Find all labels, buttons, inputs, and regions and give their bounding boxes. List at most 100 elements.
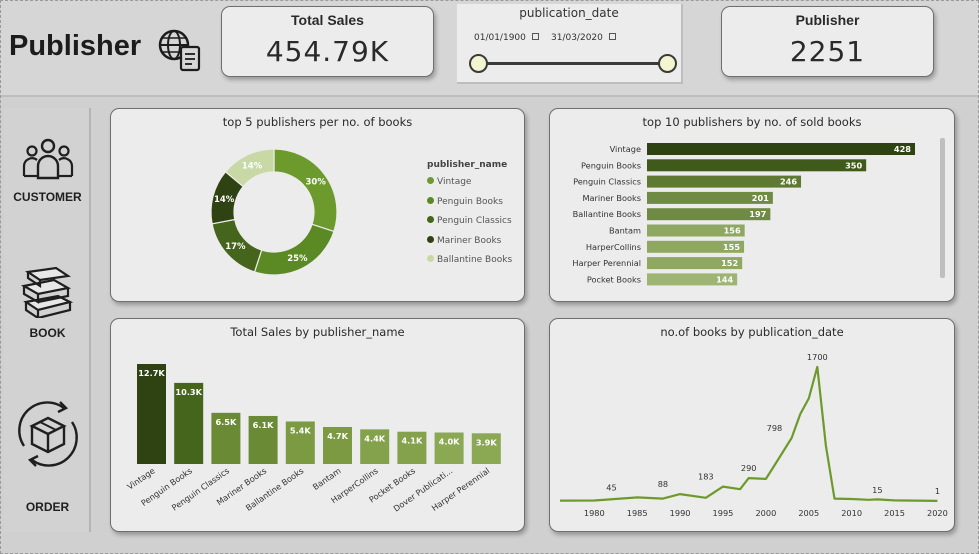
kpi-label: Publisher xyxy=(795,12,860,28)
end-date-value: 31/03/2020 xyxy=(551,33,603,43)
line-data-label: 88 xyxy=(658,479,668,489)
slider-end-handle[interactable] xyxy=(658,54,677,73)
donut-data-label: 14% xyxy=(214,195,235,205)
hbar-bar[interactable] xyxy=(647,175,802,188)
vbar-data-label: 5.4K xyxy=(290,425,312,435)
books-icon xyxy=(20,266,73,321)
donut-chart-panel: top 5 publishers per no. of books 30% 25%… xyxy=(110,108,525,302)
kpi-value: 454.79K xyxy=(265,35,390,68)
vbar-data-label: 12.7K xyxy=(138,368,165,378)
x-tick-label: 2015 xyxy=(884,508,905,518)
hbar-data-label: 197 xyxy=(749,209,766,219)
legend-label: Vintage xyxy=(437,177,472,187)
kpi-card-publisher: Publisher 2251 xyxy=(721,6,934,77)
hbar-chart: Vintage 428 Penguin Books 350 Penguin Classi… xyxy=(572,143,915,286)
calendar-icon[interactable] xyxy=(608,33,616,40)
slider-track[interactable] xyxy=(479,62,667,65)
hbar-category-label: Mariner Books xyxy=(582,193,641,203)
hbar-category-label: Bantam xyxy=(609,226,641,236)
vbar-data-label: 4.7K xyxy=(327,431,349,441)
legend-swatch xyxy=(427,196,434,204)
legend-swatch xyxy=(427,235,434,243)
vbar-data-label: 4.1K xyxy=(401,436,423,446)
x-tick-label: 1980 xyxy=(584,508,605,518)
x-tick-label: 2005 xyxy=(798,508,819,518)
kpi-card-total-sales: Total Sales 454.79K xyxy=(221,6,434,77)
nav-order[interactable]: ORDER xyxy=(4,398,91,514)
nav-book-label: BOOK xyxy=(29,326,66,340)
donut-data-label: 25% xyxy=(287,254,308,264)
x-tick-label: 1985 xyxy=(627,508,648,518)
chart-title: no.of books by publication_date xyxy=(660,325,844,339)
x-tick-label: 1990 xyxy=(670,508,691,518)
chart-title: top 10 publishers by no. of sold books xyxy=(642,115,862,129)
end-date-field[interactable]: 31/03/2020 xyxy=(551,33,616,43)
kpi-value: 2251 xyxy=(789,35,866,68)
nav-customer[interactable]: CUSTOMER xyxy=(4,136,91,204)
legend-item[interactable]: Vintage xyxy=(427,177,471,187)
globe-document-icon xyxy=(158,29,201,72)
hbar-data-label: 201 xyxy=(752,193,769,203)
scrollbar[interactable] xyxy=(940,138,945,278)
donut-slice[interactable] xyxy=(273,148,338,233)
calendar-icon[interactable] xyxy=(531,33,539,40)
hbar-data-label: 152 xyxy=(721,258,738,268)
line-series[interactable] xyxy=(559,365,938,502)
slicer-title: publication_date xyxy=(519,6,619,20)
order-box-icon xyxy=(17,401,78,467)
hbar-data-label: 428 xyxy=(894,144,911,154)
line-data-label: 15 xyxy=(872,485,882,495)
vbar-data-label: 6.5K xyxy=(215,417,237,427)
legend-item[interactable]: Penguin Classics xyxy=(427,216,512,226)
hbar-bar[interactable] xyxy=(647,159,867,172)
nav-book[interactable]: BOOK xyxy=(4,266,91,340)
hbar-data-label: 350 xyxy=(845,160,862,170)
slider-start-handle[interactable] xyxy=(469,54,488,73)
start-date-field[interactable]: 01/01/1900 xyxy=(474,33,539,43)
legend-item[interactable]: Ballantine Books xyxy=(427,255,512,265)
line-chart: 45 88 183 290 798 1700 15 1 1980 1985 1990 1995 2000… xyxy=(559,352,948,518)
nav-order-label: ORDER xyxy=(25,500,70,514)
line-data-label: 290 xyxy=(741,463,757,473)
hbar-category-label: Penguin Books xyxy=(581,160,641,170)
legend-label: Penguin Classics xyxy=(437,216,512,226)
hbar-data-label: 155 xyxy=(723,242,740,252)
chart-title: Total Sales by publisher_name xyxy=(230,325,405,339)
hbar-category-label: Pocket Books xyxy=(587,274,641,284)
donut-data-label: 14% xyxy=(242,161,263,171)
donut-slice[interactable] xyxy=(253,223,335,276)
chart-title: top 5 publishers per no. of books xyxy=(222,115,413,129)
line-data-label: 1 xyxy=(935,486,940,496)
date-range-slicer[interactable]: publication_date 01/01/1900 31/03/2020 xyxy=(457,4,683,84)
legend-title: publisher_name xyxy=(427,160,508,170)
hbar-category-label: Ballantine Books xyxy=(573,209,641,219)
line-data-label: 1700 xyxy=(807,352,828,362)
nav-customer-label: CUSTOMER xyxy=(13,190,82,204)
x-tick-label: 2020 xyxy=(927,508,948,518)
hbar-category-label: HarperCollins xyxy=(586,242,641,252)
legend-swatch xyxy=(427,177,434,184)
x-tick-label: 2000 xyxy=(755,508,776,518)
hbar-chart-panel: top 10 publishers by no. of sold books V… xyxy=(549,108,955,302)
hbar-category-label: Harper Perennial xyxy=(572,258,641,268)
legend-item[interactable]: Mariner Books xyxy=(427,235,502,246)
vbar-bar[interactable] xyxy=(137,364,166,464)
hbar-bar[interactable] xyxy=(647,143,915,155)
line-chart-panel: no.of books by publication_date 45 88 183 2… xyxy=(549,318,955,532)
vbar-data-label: 4.0K xyxy=(439,437,461,447)
donut-data-label: 17% xyxy=(225,242,246,252)
legend-label: Mariner Books xyxy=(437,235,502,246)
hbar-category-label: Penguin Classics xyxy=(573,177,641,187)
vbar-chart: 12.7KVintage10.3KPenguin Books6.5KPengui… xyxy=(125,364,501,514)
line-data-label: 45 xyxy=(606,482,616,492)
vbar-chart-panel: Total Sales by publisher_name 12.7K Vinta… xyxy=(110,318,525,532)
hbar-data-label: 156 xyxy=(724,226,741,236)
vbar-data-label: 10.3K xyxy=(175,387,202,397)
hbar-data-label: 246 xyxy=(780,177,797,187)
legend-label: Ballantine Books xyxy=(437,255,513,265)
legend-item[interactable]: Penguin Books xyxy=(427,196,503,207)
x-tick-label: 2010 xyxy=(841,508,862,518)
vbar-data-label: 6.1K xyxy=(253,420,275,430)
vbar-data-label: 4.4K xyxy=(364,433,386,443)
donut-data-label: 30% xyxy=(305,178,326,188)
